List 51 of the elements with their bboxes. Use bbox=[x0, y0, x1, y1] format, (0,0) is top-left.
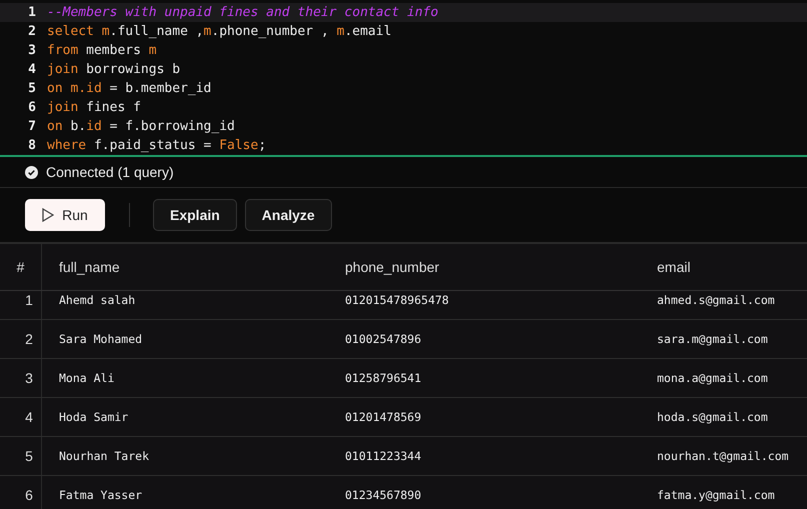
table-cell-text: fatma.y@gmail.com bbox=[656, 488, 776, 502]
toolbar-button[interactable]: Explain bbox=[153, 199, 237, 231]
toolbar-button[interactable]: Analyze bbox=[244, 199, 332, 231]
check-circle-icon bbox=[25, 166, 38, 178]
code-line: select m.full_name ,m.phone_number , m.email bbox=[47, 23, 392, 41]
table-cell-text: Sara Mohamed bbox=[58, 332, 144, 346]
code-line: join fines f bbox=[47, 99, 141, 117]
table-cell-text: nourhan.t@gmail.com bbox=[656, 449, 790, 463]
row-number: 3 bbox=[0, 359, 42, 397]
code-line: --Members with unpaid fines and their contact info bbox=[47, 4, 438, 22]
table-cell-text: 012015478965478 bbox=[344, 293, 450, 307]
line-number: 8 bbox=[27, 137, 37, 155]
table-cell-text: sara.m@gmail.com bbox=[656, 332, 769, 346]
line-number: 6 bbox=[27, 99, 37, 117]
code-line: join borrowings b bbox=[47, 61, 180, 79]
line-number: 5 bbox=[27, 80, 37, 98]
line-number: 2 bbox=[27, 23, 37, 41]
code-line: from members m bbox=[47, 42, 157, 60]
table-cell-text: ahmed.s@gmail.com bbox=[656, 293, 776, 307]
table-cell-text: 01258796541 bbox=[344, 371, 422, 385]
row-number: 2 bbox=[0, 320, 42, 358]
table-cell-text: Nourhan Tarek bbox=[58, 449, 150, 463]
code-line: on m.id = b.member_id bbox=[47, 80, 212, 98]
run-button[interactable]: Run bbox=[25, 199, 105, 231]
code-line: where f.paid_status = False; bbox=[47, 137, 266, 155]
column-header: phone_number bbox=[344, 259, 440, 275]
table-cell-text: hoda.s@gmail.com bbox=[656, 410, 769, 424]
table-cell-text: 01234567890 bbox=[344, 488, 422, 502]
table-cell-text: Ahemd salah bbox=[58, 293, 136, 307]
connection-status: Connected (1 query) bbox=[46, 164, 174, 180]
line-number: 7 bbox=[27, 118, 37, 136]
table-cell-text: Fatma Yasser bbox=[58, 488, 144, 502]
table-cell-text: 01002547896 bbox=[344, 332, 422, 346]
table-cell-text: mona.a@gmail.com bbox=[656, 371, 769, 385]
table-cell-text: Mona Ali bbox=[58, 371, 116, 385]
table-cell-text: 01201478569 bbox=[344, 410, 422, 424]
column-header: full_name bbox=[58, 259, 121, 275]
code-line: on b.id = f.borrowing_id bbox=[47, 118, 235, 136]
line-number: 3 bbox=[27, 42, 37, 60]
row-number: 6 bbox=[0, 476, 42, 509]
play-icon bbox=[42, 208, 54, 222]
row-number: 5 bbox=[0, 437, 42, 475]
row-number: 4 bbox=[0, 398, 42, 436]
line-number: 1 bbox=[27, 4, 37, 22]
table-cell-text: 01011223344 bbox=[344, 449, 422, 463]
code-editor[interactable] bbox=[0, 0, 807, 157]
line-number: 4 bbox=[27, 61, 37, 79]
column-header: email bbox=[656, 259, 692, 275]
table-cell-text: Hoda Samir bbox=[58, 410, 130, 424]
row-number: 1 bbox=[0, 291, 42, 319]
column-header: # bbox=[0, 244, 42, 290]
